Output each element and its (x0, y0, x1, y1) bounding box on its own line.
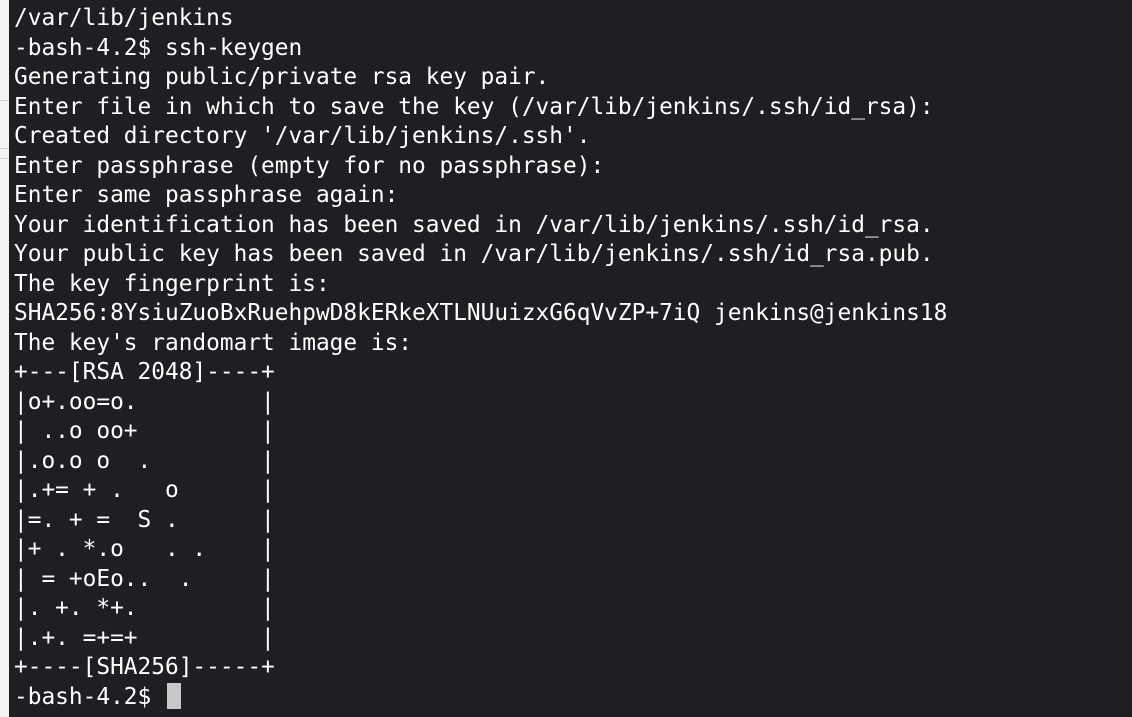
terminal-line: Your public key has been saved in /var/l… (14, 241, 934, 267)
terminal-line: Enter passphrase (empty for no passphras… (14, 152, 605, 179)
randomart-line: |+ . *.o . . | (14, 536, 275, 562)
randomart-line: |o+.oo=o. | (14, 388, 275, 415)
randomart-line: |.+= + . o | (14, 477, 275, 503)
terminal-line: /var/lib/jenkins (14, 5, 234, 31)
terminal-line: The key's randomart image is: (14, 329, 413, 356)
randomart-line: |. +. *+. | (14, 595, 275, 621)
terminal-line: -bash-4.2$ ssh-keygen (14, 34, 303, 61)
command-prompt[interactable]: -bash-4.2$ (14, 682, 181, 713)
terminal-line: Created directory '/var/lib/jenkins/.ssh… (14, 123, 591, 149)
randomart-line: +----[SHA256]-----+ (14, 654, 275, 680)
terminal-line: Generating public/private rsa key pair. (14, 64, 550, 90)
terminal-line: Your identification has been saved in /v… (14, 211, 934, 238)
randomart-line: +---[RSA 2048]----+ (14, 359, 275, 385)
screen: /var/lib/jenkins -bash-4.2$ ssh-keygen G… (0, 0, 1132, 717)
terminal-line: Enter same passphrase again: (14, 182, 399, 208)
randomart-line: |=. + = S . | (14, 506, 275, 533)
terminal-line: The key fingerprint is: (14, 270, 330, 297)
terminal-line: Enter file in which to save the key (/va… (14, 93, 934, 120)
text-cursor (166, 682, 181, 709)
prompt-text: -bash-4.2$ (14, 683, 165, 710)
terminal-window[interactable]: /var/lib/jenkins -bash-4.2$ ssh-keygen G… (9, 0, 1132, 717)
randomart-line: | ..o oo+ | (14, 418, 275, 444)
randomart-line: |.o.o o . | (14, 447, 275, 474)
randomart-line: | = +oEo.. . | (14, 565, 275, 592)
randomart-line: |.+. =+=+ | (14, 624, 275, 651)
terminal-line: SHA256:8YsiuZuoBxRuehpwD8kERkeXTLNUuizxG… (14, 300, 948, 326)
